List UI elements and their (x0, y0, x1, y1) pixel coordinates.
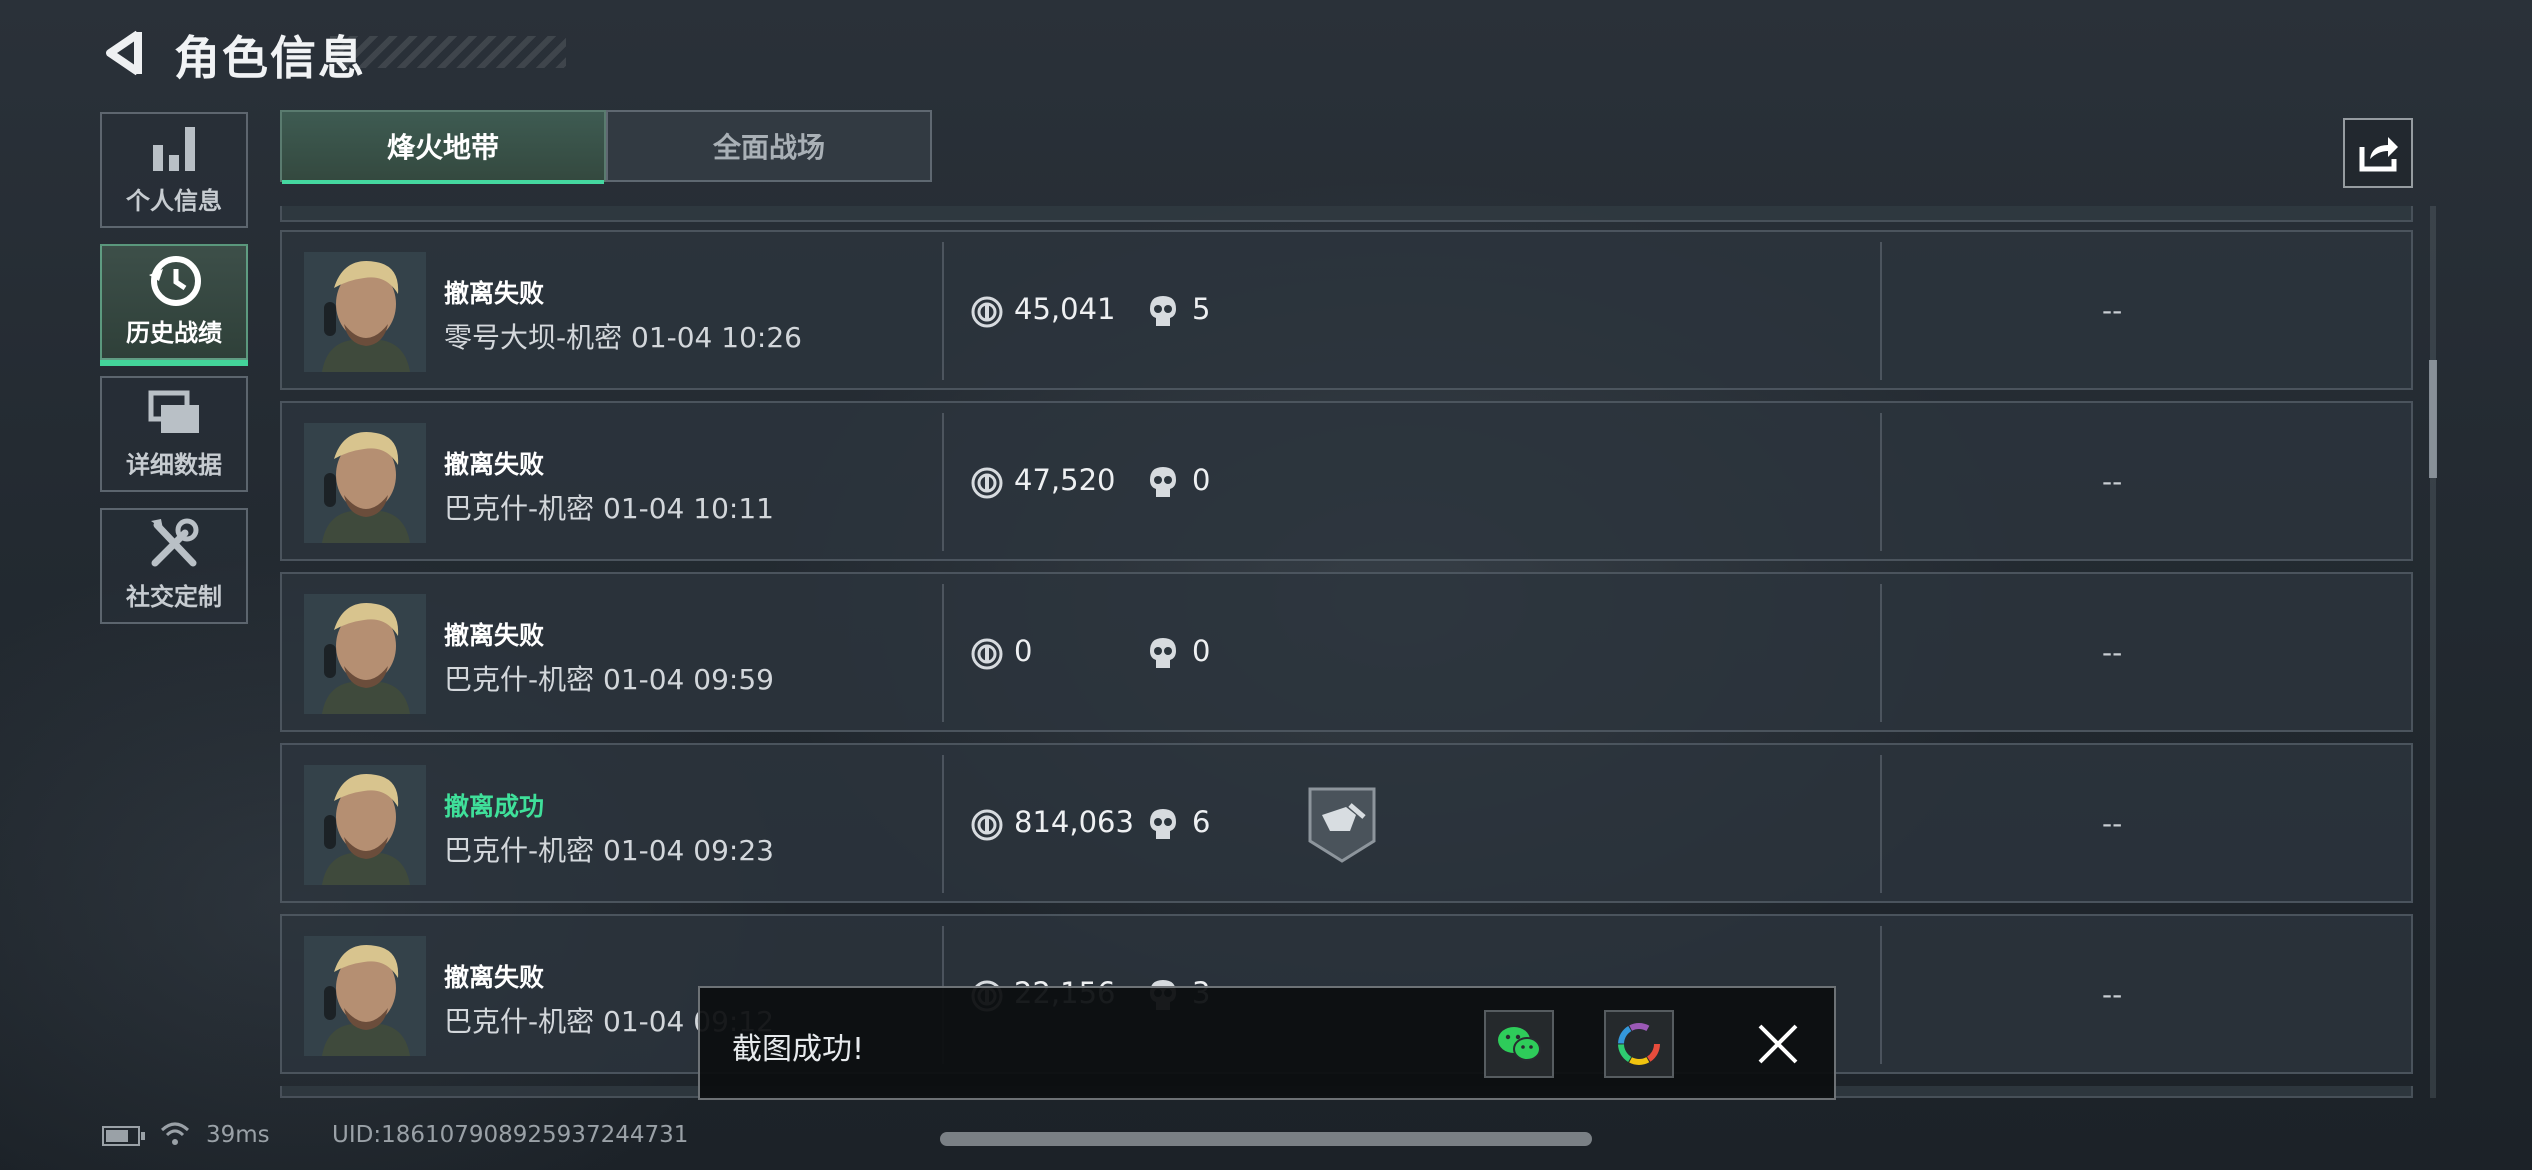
map-and-time: 巴克什-机密 01-04 10:11 (444, 492, 774, 525)
share-export-icon (2359, 137, 2398, 172)
stacked-folders-icon (148, 390, 199, 433)
skull-icon (1150, 809, 1176, 839)
loot-value: 0 (1014, 634, 1033, 668)
tools-icon (151, 518, 199, 567)
extraction-result: 撤离失败 (444, 621, 545, 650)
coin-icon (971, 638, 1003, 670)
column-divider (1880, 926, 1882, 1064)
coin-icon (971, 296, 1003, 328)
extraction-result: 撤离失败 (444, 450, 545, 479)
history-clock-icon (149, 256, 201, 306)
extra-stat: -- (2102, 636, 2123, 669)
column-divider (942, 242, 944, 380)
nav-item-match-history[interactable]: 历史战绩 (100, 244, 248, 366)
close-icon[interactable] (1750, 1016, 1806, 1072)
skull-icon (1150, 296, 1176, 326)
achievement-badge-icon[interactable] (1306, 785, 1378, 865)
nav-label: 社交定制 (126, 583, 222, 611)
map-and-time: 零号大坝-机密 01-04 10:26 (444, 321, 802, 354)
nav-item-social-customize[interactable]: 社交定制 (100, 508, 248, 624)
extraction-result: 撤离失败 (444, 963, 545, 992)
tab-full-battlefield[interactable]: 全面战场 (606, 110, 932, 182)
kill-count: 6 (1192, 805, 1211, 839)
bar-chart-icon (153, 127, 195, 171)
nav-label: 历史战绩 (126, 319, 222, 347)
list-item-partial (280, 206, 2413, 222)
home-indicator[interactable] (940, 1132, 1592, 1146)
column-divider (942, 755, 944, 893)
battery-icon (102, 1126, 145, 1146)
loot-value: 47,520 (1014, 463, 1116, 497)
extraction-result: 撤离失败 (444, 279, 545, 308)
coin-icon (971, 809, 1003, 841)
extra-stat: -- (2102, 978, 2123, 1011)
map-and-time: 巴克什-机密 01-04 09:59 (444, 663, 774, 696)
page-title: 角色信息 (174, 31, 366, 85)
loot-value: 45,041 (1014, 292, 1116, 326)
nav-label: 个人信息 (126, 187, 222, 215)
list-item[interactable]: 撤离失败 零号大坝-机密 01-04 10:26 45,041 5 -- (280, 230, 2413, 390)
list-item[interactable]: 撤离成功 巴克什-机密 01-04 09:23 814,063 6 -- (280, 743, 2413, 903)
player-uid: UID:186107908925937244731 (332, 1122, 689, 1148)
kill-count: 0 (1192, 463, 1211, 497)
match-history-list[interactable]: 撤离失败 零号大坝-机密 01-04 10:26 45,041 5 -- 撤离失… (280, 206, 2413, 1098)
toast-message: 截图成功! (732, 1032, 865, 1067)
wechat-icon (1498, 1027, 1541, 1061)
tab-hazard-zone[interactable]: 烽火地带 (280, 110, 606, 184)
kill-count: 0 (1192, 634, 1211, 668)
coin-icon (971, 467, 1003, 499)
nav-item-personal-info[interactable]: 个人信息 (100, 112, 248, 228)
extra-stat: -- (2102, 294, 2123, 327)
skull-icon (1150, 638, 1176, 668)
nav-label: 详细数据 (126, 451, 222, 479)
nav-item-detailed-data[interactable]: 详细数据 (100, 376, 248, 492)
wifi-icon (160, 1122, 190, 1145)
extraction-result: 撤离成功 (444, 792, 545, 821)
screenshot-toast: 截图成功! (698, 986, 1836, 1100)
list-item[interactable]: 撤离失败 巴克什-机密 01-04 09:59 0 0 -- (280, 572, 2413, 732)
ping-latency: 39ms (206, 1122, 270, 1148)
avatar (304, 252, 426, 372)
avatar (304, 594, 426, 714)
avatar (304, 765, 426, 885)
loot-value: 814,063 (1014, 805, 1134, 839)
column-divider (1880, 584, 1882, 722)
avatar (304, 936, 426, 1056)
moments-aperture-icon (1618, 1023, 1660, 1065)
share-moments-button[interactable] (1604, 1010, 1674, 1078)
column-divider (942, 584, 944, 722)
scrollbar-thumb[interactable] (2429, 360, 2437, 478)
kill-count: 5 (1192, 292, 1211, 326)
list-item[interactable]: 撤离失败 巴克什-机密 01-04 10:11 47,520 0 -- (280, 401, 2413, 561)
extra-stat: -- (2102, 465, 2123, 498)
column-divider (1880, 755, 1882, 893)
skull-icon (1150, 467, 1176, 497)
share-button[interactable] (2343, 118, 2413, 188)
back-arrow-icon[interactable] (100, 28, 146, 78)
map-and-time: 巴克什-机密 01-04 09:23 (444, 834, 774, 867)
column-divider (942, 413, 944, 551)
scrollbar-track[interactable] (2430, 206, 2436, 1098)
avatar (304, 423, 426, 543)
extra-stat: -- (2102, 807, 2123, 840)
column-divider (1880, 413, 1882, 551)
share-wechat-button[interactable] (1484, 1010, 1554, 1078)
column-divider (1880, 242, 1882, 380)
